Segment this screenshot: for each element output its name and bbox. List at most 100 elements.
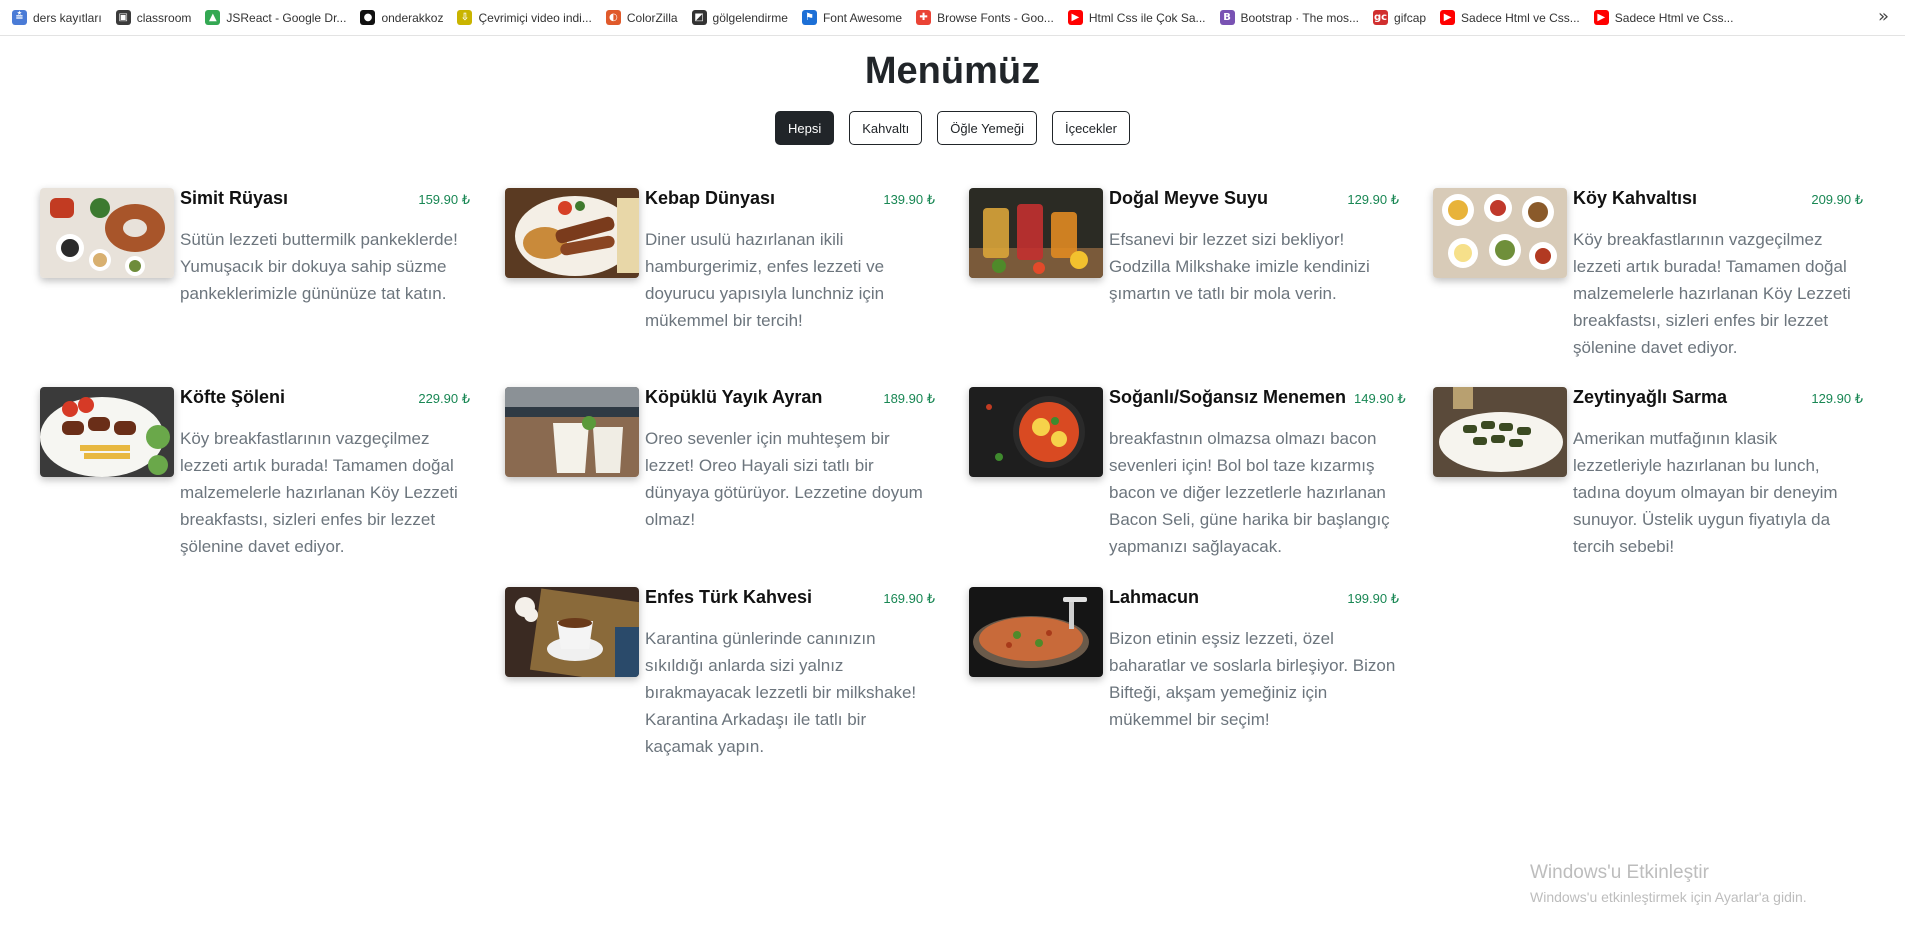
windows-activation-watermark: Windows'u Etkinleştir Windows'u etkinleş… — [1530, 862, 1807, 905]
bookmark-label: Bootstrap · The mos... — [1240, 10, 1360, 25]
menu-item-name: Doğal Meyve Suyu — [1109, 188, 1269, 208]
google-fonts-icon: ✚ — [916, 10, 932, 25]
menu-item-description: Köy breakfastlarının vazgeçilmez lezzeti… — [1573, 230, 1851, 357]
filter-button[interactable]: Kahvaltı — [849, 111, 923, 145]
menu-item-name: Soğanlı/Soğansız Menemen — [1109, 387, 1347, 407]
menu-item-info: Soğanlı/Soğansız Menemen 149.90 ₺ breakfas… — [1109, 387, 1406, 567]
filter-button[interactable]: İçecekler — [1051, 111, 1130, 145]
bookmark-item[interactable]: ▣ classroom — [110, 4, 200, 32]
bookmark-label: ders kayıtları — [33, 10, 102, 25]
bookmark-item[interactable]: ◩ gölgelendirme — [686, 4, 796, 32]
menu-grid: Simit Rüyası 159.90 ₺ Sütün lezzeti butter… — [40, 188, 1870, 756]
menu-item-card: Köfte Şöleni 229.90 ₺ Köy breakfastlarının… — [40, 387, 470, 567]
menu-item-price: 139.90 ₺ — [883, 192, 935, 207]
bookmark-label: Browse Fonts - Goo... — [937, 10, 1054, 25]
menu-item-card: Lahmacun 199.90 ₺ Bizon etinin eşsiz lezze… — [969, 587, 1399, 767]
menu-item-name: Köfte Şöleni — [180, 387, 286, 407]
download-icon: ⇩ — [457, 10, 473, 25]
bootstrap-icon: B — [1219, 10, 1235, 25]
gifcap-icon: gc — [1373, 10, 1389, 25]
google-drive-icon: ▲ — [205, 10, 221, 25]
menu-item-price: 199.90 ₺ — [1347, 591, 1399, 606]
filter-button[interactable]: Hepsi — [775, 111, 835, 145]
menu-item-info: Lahmacun 199.90 ₺ Bizon etinin eşsiz lezze… — [1109, 587, 1399, 767]
menu-item-name: Köy Kahvaltısı — [1573, 188, 1698, 208]
menu-item-info: Köfte Şöleni 229.90 ₺ Köy breakfastlarının… — [180, 387, 470, 567]
menu-item-description: Efsanevi bir lezzet sizi bekliyor! Godzi… — [1109, 230, 1370, 303]
food-image — [505, 387, 639, 477]
bookmark-label: Html Css ile Çok Sa... — [1088, 10, 1206, 25]
bookmark-item[interactable]: ▶ Html Css ile Çok Sa... — [1062, 4, 1214, 32]
menu-item-header: Lahmacun 199.90 ₺ — [1109, 587, 1399, 611]
menu-item-info: Köpüklü Yayık Ayran 189.90 ₺ Oreo sevenler… — [645, 387, 935, 567]
filter-button[interactable]: Öğle Yemeği — [937, 111, 1037, 145]
bookmark-item[interactable]: ≛ ders kayıtları — [6, 4, 110, 32]
menu-item-header: Köy Kahvaltısı 209.90 ₺ — [1573, 188, 1863, 212]
menu-item-info: Simit Rüyası 159.90 ₺ Sütün lezzeti butter… — [180, 188, 470, 368]
food-image — [40, 387, 174, 477]
menu-item-info: Zeytinyağlı Sarma 129.90 ₺ Amerikan mutfağ… — [1573, 387, 1863, 567]
bookmark-label: gifcap — [1394, 10, 1427, 25]
menu-item-name: Enfes Türk Kahvesi — [645, 587, 813, 607]
youtube-icon: ▶ — [1440, 10, 1456, 25]
menu-item-header: Simit Rüyası 159.90 ₺ — [180, 188, 470, 212]
bookmark-item[interactable]: gc gifcap — [1367, 4, 1434, 32]
bookmark-item[interactable]: ▶ Sadece Html ve Css... — [1434, 4, 1588, 32]
bookmarks-overflow-button[interactable]: » — [1878, 6, 1889, 27]
menu-item-card: Kebap Dünyası 139.90 ₺ Diner usulü hazırla… — [505, 188, 935, 368]
bookmark-label: JSReact - Google Dr... — [226, 10, 347, 25]
menu-item-description: Bizon etinin eşsiz lezzeti, özel baharat… — [1109, 629, 1396, 729]
menu-item-header: Enfes Türk Kahvesi 169.90 ₺ — [645, 587, 935, 611]
menu-item-info: Enfes Türk Kahvesi 169.90 ₺ Karantina günl… — [645, 587, 935, 767]
food-image — [969, 188, 1103, 278]
bookmark-label: ColorZilla — [626, 10, 678, 25]
menu-item-header: Zeytinyağlı Sarma 129.90 ₺ — [1573, 387, 1863, 411]
menu-item-price: 229.90 ₺ — [418, 391, 470, 406]
menu-item-header: Doğal Meyve Suyu 129.90 ₺ — [1109, 188, 1399, 212]
classroom-icon: ▣ — [115, 10, 131, 25]
menu-item-description: Diner usulü hazırlanan ikili hamburgerim… — [645, 230, 885, 330]
menu-item-description: Sütün lezzeti buttermilk pankeklerde! Yu… — [180, 230, 458, 303]
menu-item-description: Karantina günlerinde canınızın sıkıldığı… — [645, 629, 917, 756]
menu-item-description: Oreo sevenler için muhteşem bir lezzet! … — [645, 429, 923, 529]
bookmark-label: Sadece Html ve Css... — [1614, 10, 1734, 25]
github-icon: ● — [360, 10, 376, 25]
menu-item-price: 129.90 ₺ — [1811, 391, 1863, 406]
menu-item-info: Köy Kahvaltısı 209.90 ₺ Köy breakfastların… — [1573, 188, 1863, 368]
watermark-title: Windows'u Etkinleştir — [1530, 862, 1709, 883]
menu-item-name: Köpüklü Yayık Ayran — [645, 387, 823, 407]
bookmark-label: classroom — [136, 10, 192, 25]
food-image — [1433, 387, 1567, 477]
youtube-icon: ▶ — [1067, 10, 1083, 25]
menu-item-info: Doğal Meyve Suyu 129.90 ₺ Efsanevi bir lez… — [1109, 188, 1399, 368]
bookmark-item[interactable]: ✚ Browse Fonts - Goo... — [910, 4, 1062, 32]
bookmark-item[interactable]: ⚑ Font Awesome — [796, 4, 910, 32]
bookmark-item[interactable]: B Bootstrap · The mos... — [1214, 4, 1368, 32]
flag-icon: ⚑ — [801, 10, 817, 25]
menu-item-price: 169.90 ₺ — [883, 591, 935, 606]
ders-icon: ≛ — [12, 10, 27, 25]
menu-item-card: Enfes Türk Kahvesi 169.90 ₺ Karantina günl… — [505, 587, 935, 767]
bookmark-item[interactable]: ⇩ Çevrimiçi video indi... — [451, 4, 599, 32]
menu-item-description: breakfastnın olmazsa olmazı bacon sevenl… — [1109, 429, 1390, 556]
bookmark-item[interactable]: ▲ JSReact - Google Dr... — [199, 4, 354, 32]
food-image — [1433, 188, 1567, 278]
menu-item-price: 189.90 ₺ — [883, 391, 935, 406]
menu-item-header: Köfte Şöleni 229.90 ₺ — [180, 387, 470, 411]
bookmark-item[interactable]: ● onderakkoz — [354, 4, 451, 32]
menu-item-card: Köy Kahvaltısı 209.90 ₺ Köy breakfastların… — [1433, 188, 1863, 368]
bookmark-label: Font Awesome — [822, 10, 903, 25]
menu-item-card: Köpüklü Yayık Ayran 189.90 ₺ Oreo sevenler… — [505, 387, 935, 567]
bookmark-item[interactable]: ▶ Sadece Html ve Css... — [1588, 4, 1742, 32]
menu-item-card: Doğal Meyve Suyu 129.90 ₺ Efsanevi bir lez… — [969, 188, 1399, 368]
menu-item-name: Lahmacun — [1109, 587, 1200, 607]
bookmark-label: Sadece Html ve Css... — [1461, 10, 1580, 25]
bookmark-label: Çevrimiçi video indi... — [478, 10, 592, 25]
menu-item-card: Zeytinyağlı Sarma 129.90 ₺ Amerikan mutfağ… — [1433, 387, 1863, 567]
food-image — [505, 587, 639, 677]
colorzilla-icon: ◐ — [605, 10, 621, 25]
menu-item-name: Zeytinyağlı Sarma — [1573, 387, 1728, 407]
food-image — [969, 587, 1103, 677]
menu-item-price: 209.90 ₺ — [1811, 192, 1863, 207]
bookmark-item[interactable]: ◐ ColorZilla — [600, 4, 686, 32]
